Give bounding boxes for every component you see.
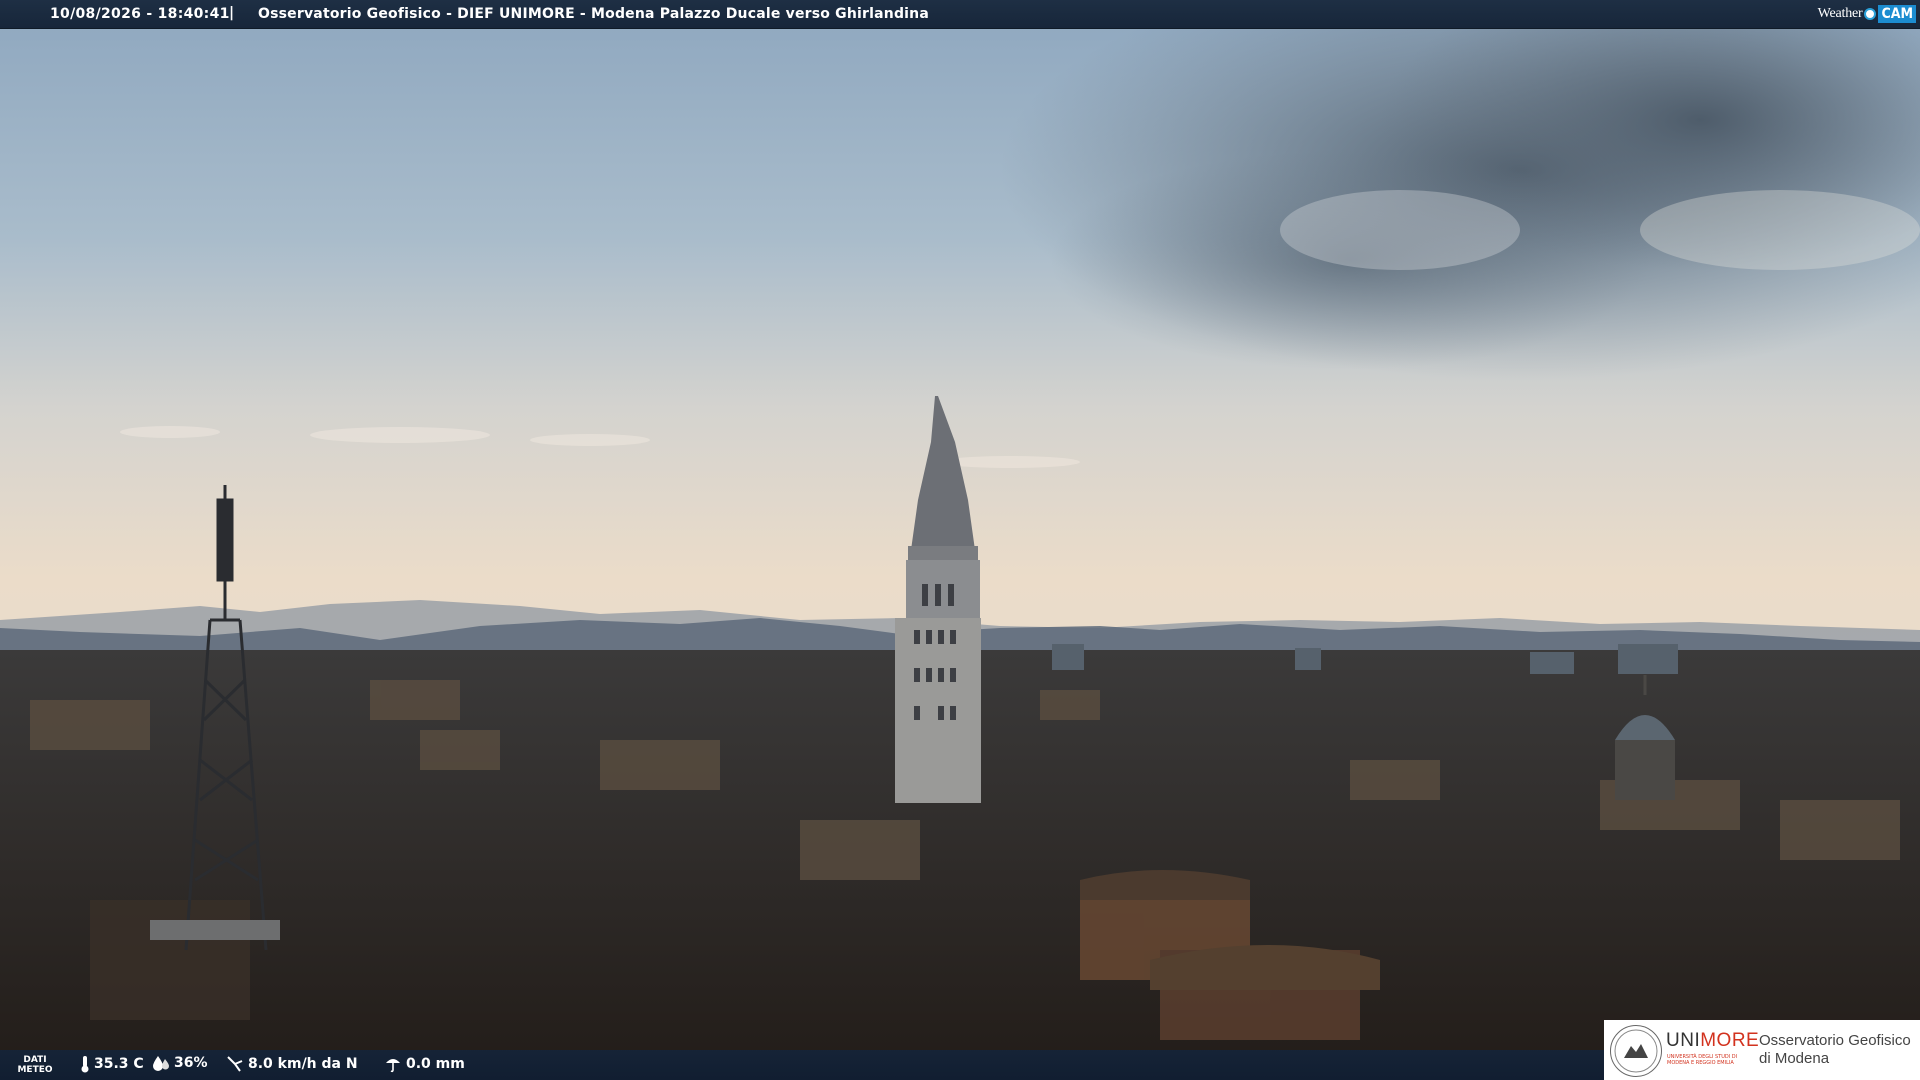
camera-caption: Osservatorio Geofisico - DIEF UNIMORE - … xyxy=(258,6,929,22)
brand-weather: Weather xyxy=(1817,6,1863,21)
temperature-value: 35.3 C xyxy=(94,1056,144,1072)
storm-clouds xyxy=(1000,0,1920,380)
umbrella-icon xyxy=(386,1059,400,1073)
unimore-logo-panel: UNIMORE UNIVERSITÀ DEGLI STUDI DI MODENA… xyxy=(1604,1020,1920,1080)
humidity-value: 36% xyxy=(174,1055,208,1071)
drop-icon xyxy=(153,1056,169,1071)
top-info-bar: 10/08/2026 - 18:40:41 | Osservatorio Geo… xyxy=(0,0,1920,29)
timestamp: 10/08/2026 - 18:40:41 xyxy=(50,6,230,22)
wind-value: 8.0 km/h da N xyxy=(248,1056,358,1072)
unimore-more: MORE xyxy=(1700,1030,1760,1051)
observatory-line1: Osservatorio Geofisico xyxy=(1759,1032,1911,1049)
observatory-name: Osservatorio Geofisico di Modena xyxy=(1759,1032,1911,1068)
unimore-wordmark: UNIMORE xyxy=(1666,1030,1759,1052)
webcam-view xyxy=(0,0,1920,1080)
separator: | xyxy=(229,5,235,21)
brand-cam: CAM xyxy=(1878,5,1916,23)
weathercam-logo: Weather CAM xyxy=(1818,3,1916,25)
weather-title: DATI METEO xyxy=(17,1055,53,1075)
unimore-uni: UNI xyxy=(1666,1030,1701,1051)
university-seal-icon xyxy=(1610,1025,1662,1077)
wind-icon xyxy=(227,1056,243,1072)
rain-stat: 0.0 mm xyxy=(384,1055,465,1073)
rain-value: 0.0 mm xyxy=(406,1056,465,1072)
temperature-stat: 35.3 C xyxy=(80,1055,144,1073)
humidity-stat: 36% xyxy=(152,1055,208,1071)
observatory-line2: di Modena xyxy=(1759,1050,1830,1067)
wind-stat: 8.0 km/h da N xyxy=(226,1055,358,1073)
brand-dot-icon xyxy=(1864,8,1877,20)
thermometer-icon xyxy=(81,1056,89,1073)
unimore-subtitle: UNIVERSITÀ DEGLI STUDI DI MODENA E REGGI… xyxy=(1667,1054,1738,1066)
